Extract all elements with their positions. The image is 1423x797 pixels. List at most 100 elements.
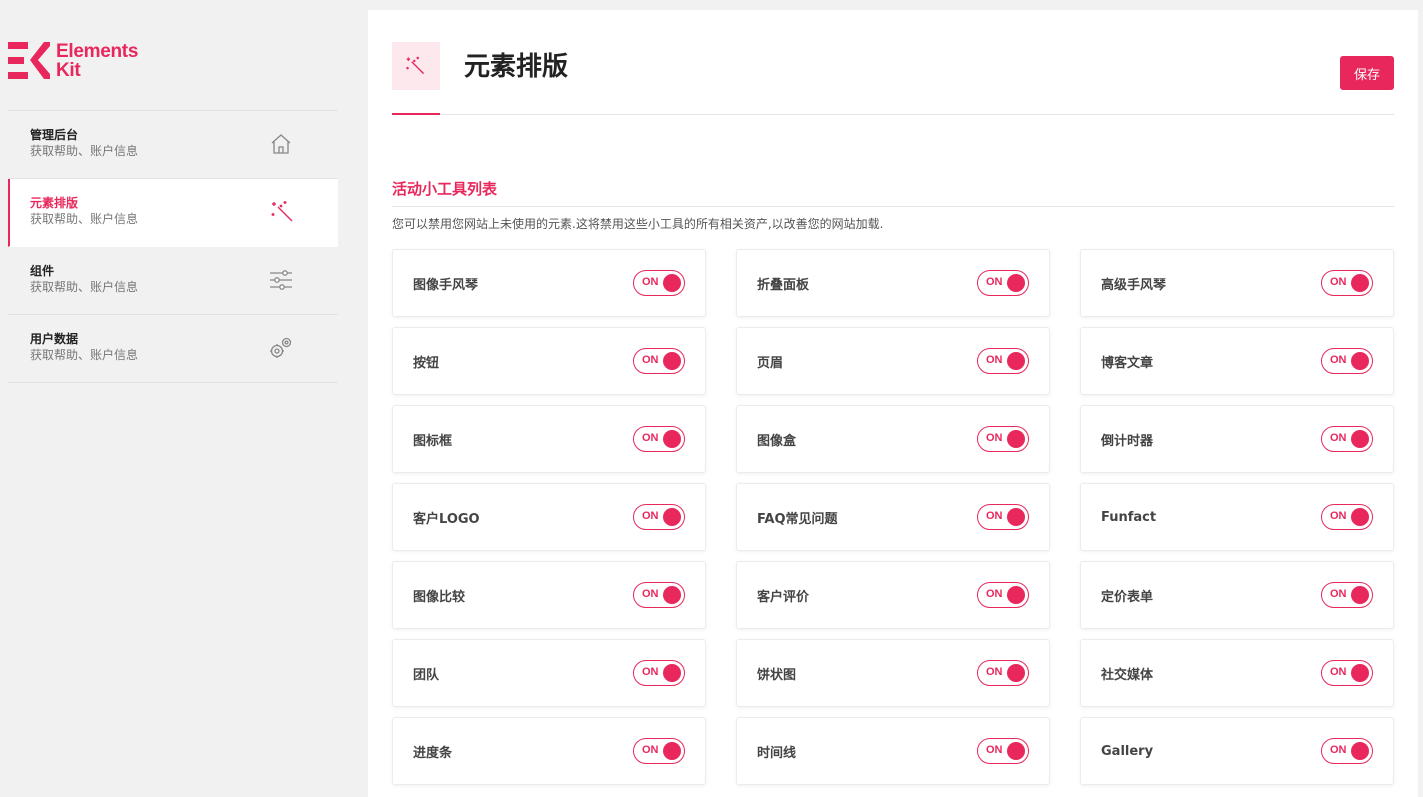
widget-toggle[interactable]: ON xyxy=(1321,582,1373,608)
sidebar-item-widgets[interactable]: 组件 获取帮助、账户信息 xyxy=(8,247,338,315)
toggle-state-label: ON xyxy=(1330,510,1347,522)
gears-icon xyxy=(270,337,292,358)
widget-card: 饼状图 ON xyxy=(736,639,1050,707)
widget-label: 图像比较 xyxy=(413,589,466,605)
toggle-knob xyxy=(663,742,681,760)
widget-toggle[interactable]: ON xyxy=(1321,348,1373,374)
widget-label: 时间线 xyxy=(757,745,797,761)
toggle-state-label: ON xyxy=(642,354,659,366)
widget-toggle[interactable]: ON xyxy=(633,738,685,764)
widget-label: 高级手风琴 xyxy=(1101,277,1167,293)
widget-toggle[interactable]: ON xyxy=(977,504,1029,530)
widget-toggle[interactable]: ON xyxy=(977,426,1029,452)
widget-card: 博客文章 ON xyxy=(1080,327,1394,395)
widget-label: 图像手风琴 xyxy=(413,277,479,293)
section-divider xyxy=(392,206,1394,207)
elementskit-logo-mark xyxy=(8,42,50,79)
sidebar-item-dashboard[interactable]: 管理后台 获取帮助、账户信息 xyxy=(8,111,338,179)
header-divider xyxy=(392,114,1394,115)
widget-label: 图像盒 xyxy=(757,433,797,449)
toggle-state-label: ON xyxy=(1330,276,1347,288)
widget-card: 时间线 ON xyxy=(736,717,1050,785)
widget-toggle[interactable]: ON xyxy=(633,426,685,452)
logo-text-line2: Kit xyxy=(56,60,81,81)
widget-label: 饼状图 xyxy=(757,667,797,683)
toggle-state-label: ON xyxy=(986,354,1003,366)
widget-card: 客户LOGO ON xyxy=(392,483,706,551)
toggle-knob xyxy=(663,430,681,448)
widget-card: 按钮 ON xyxy=(392,327,706,395)
toggle-state-label: ON xyxy=(986,510,1003,522)
widget-label: 团队 xyxy=(413,667,440,683)
toggle-state-label: ON xyxy=(642,744,659,756)
widget-toggle[interactable]: ON xyxy=(1321,504,1373,530)
widget-toggle[interactable]: ON xyxy=(1321,270,1373,296)
toggle-knob xyxy=(1351,352,1369,370)
sidebar: Elements Kit 管理后台 获取帮助、账户信息 元素排版 获取帮助、账户… xyxy=(0,0,338,797)
widget-card: 图像盒 ON xyxy=(736,405,1050,473)
header-icon-box xyxy=(392,42,440,90)
toggle-knob xyxy=(1351,742,1369,760)
widget-toggle[interactable]: ON xyxy=(633,504,685,530)
logo-text: Elements Kit xyxy=(56,42,138,80)
widget-toggle[interactable]: ON xyxy=(977,738,1029,764)
toggle-knob xyxy=(1007,508,1025,526)
widget-label: 博客文章 xyxy=(1101,355,1154,371)
widget-toggle[interactable]: ON xyxy=(1321,660,1373,686)
toggle-state-label: ON xyxy=(642,276,659,288)
widget-label: Funfact xyxy=(1101,509,1157,525)
widget-card: Funfact ON xyxy=(1080,483,1394,551)
toggle-knob xyxy=(1351,586,1369,604)
sidebar-nav: 管理后台 获取帮助、账户信息 元素排版 获取帮助、账户信息 组件 获取帮助、账户… xyxy=(8,110,338,383)
widget-toggle[interactable]: ON xyxy=(633,582,685,608)
toggle-state-label: ON xyxy=(1330,666,1347,678)
toggle-knob xyxy=(1007,430,1025,448)
widget-card: 页眉 ON xyxy=(736,327,1050,395)
widget-label: 定价表单 xyxy=(1101,589,1154,605)
widget-toggle[interactable]: ON xyxy=(977,270,1029,296)
widget-label: 页眉 xyxy=(757,355,784,371)
toggle-knob xyxy=(1351,274,1369,292)
toggle-state-label: ON xyxy=(986,588,1003,600)
widget-card: 倒计时器 ON xyxy=(1080,405,1394,473)
sidebar-item-user-data[interactable]: 用户数据 获取帮助、账户信息 xyxy=(8,315,338,383)
toggle-knob xyxy=(1351,508,1369,526)
toggle-state-label: ON xyxy=(986,276,1003,288)
widget-label: 进度条 xyxy=(413,745,453,761)
widget-card: 社交媒体 ON xyxy=(1080,639,1394,707)
widget-toggle[interactable]: ON xyxy=(977,660,1029,686)
widget-toggle[interactable]: ON xyxy=(1321,426,1373,452)
widget-label: 客户LOGO xyxy=(413,511,480,527)
widget-toggle[interactable]: ON xyxy=(1321,738,1373,764)
toggle-knob xyxy=(1007,352,1025,370)
toggle-knob xyxy=(1007,274,1025,292)
toggle-state-label: ON xyxy=(642,588,659,600)
widget-toggle[interactable]: ON xyxy=(633,270,685,296)
widget-toggle[interactable]: ON xyxy=(633,660,685,686)
toggle-state-label: ON xyxy=(642,510,659,522)
sidebar-item-elements[interactable]: 元素排版 获取帮助、账户信息 xyxy=(8,179,338,247)
toggle-knob xyxy=(1351,430,1369,448)
widget-toggle[interactable]: ON xyxy=(977,582,1029,608)
widget-card: 客户评价 ON xyxy=(736,561,1050,629)
toggle-knob xyxy=(663,664,681,682)
widget-toggle[interactable]: ON xyxy=(633,348,685,374)
widget-card: 图像比较 ON xyxy=(392,561,706,629)
widget-label: 倒计时器 xyxy=(1101,433,1154,449)
widget-label: Gallery xyxy=(1101,743,1154,759)
widget-label: 折叠面板 xyxy=(757,277,810,293)
widget-toggle[interactable]: ON xyxy=(977,348,1029,374)
widget-card: 进度条 ON xyxy=(392,717,706,785)
section-description: 您可以禁用您网站上未使用的元素.这将禁用这些小工具的所有相关资产,以改善您的网站… xyxy=(392,217,884,231)
toggle-knob xyxy=(1007,664,1025,682)
section-title: 活动小工具列表 xyxy=(392,180,498,198)
elementskit-logo[interactable]: Elements Kit xyxy=(8,40,138,82)
toggle-knob xyxy=(663,586,681,604)
page-title: 元素排版 xyxy=(464,52,569,82)
widget-card: FAQ常见问题 ON xyxy=(736,483,1050,551)
save-button[interactable]: 保存 xyxy=(1340,56,1394,90)
toggle-state-label: ON xyxy=(986,744,1003,756)
toggle-state-label: ON xyxy=(1330,354,1347,366)
widget-label: 图标框 xyxy=(413,433,453,449)
logo-text-line1: Elements xyxy=(56,41,139,62)
